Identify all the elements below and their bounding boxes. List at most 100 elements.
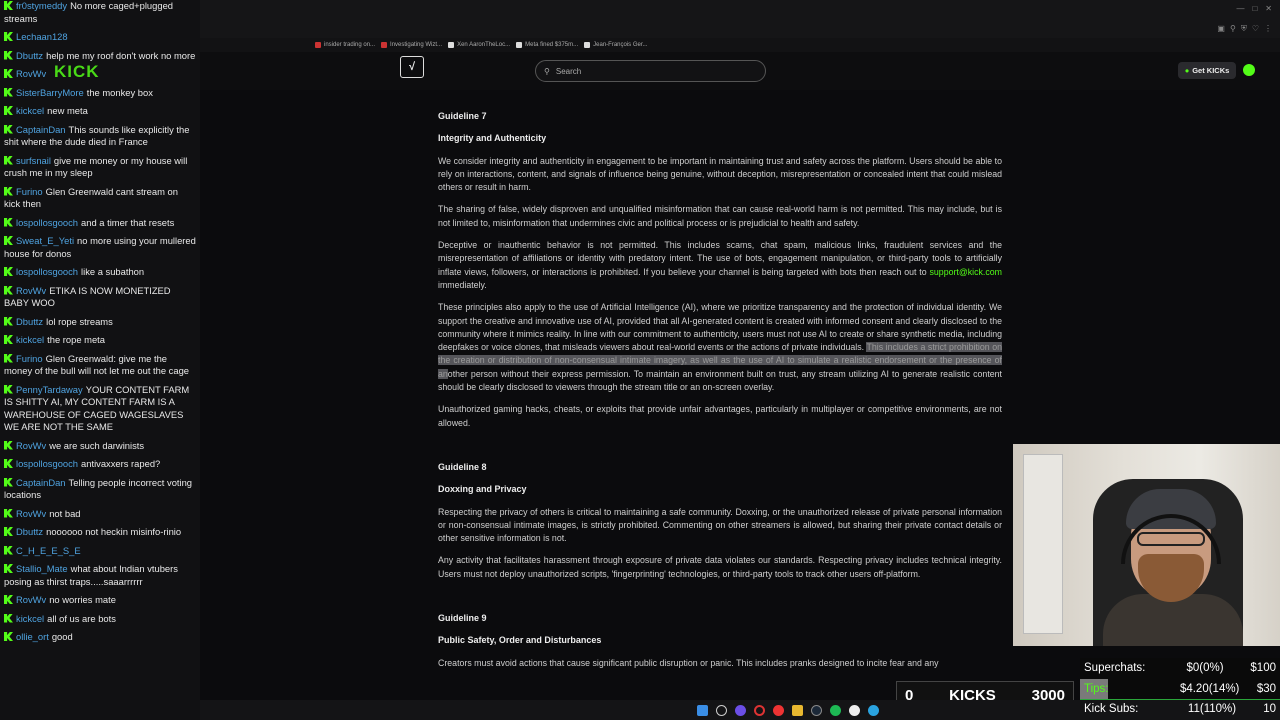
maximize-icon[interactable]: □ [1252, 4, 1257, 13]
kick-badge-icon [4, 527, 13, 536]
superchats-goal: Superchats: $0(0%) $100 [1084, 662, 1276, 675]
kick-badge-icon [4, 32, 13, 41]
bookmark[interactable]: Xen AaronTheLoc... [448, 42, 510, 48]
bookmark[interactable]: Meta fined $375m... [516, 42, 578, 48]
chat-username[interactable]: surfsnail [16, 155, 51, 166]
opera-icon[interactable] [753, 704, 765, 716]
chat-message: kickcel all of us are bots [4, 613, 196, 626]
chat-username[interactable]: RovWv [16, 285, 46, 296]
chat-message: Lechaan128 [4, 31, 196, 44]
x-icon [516, 42, 523, 48]
shield-icon[interactable]: ⛨ [1241, 24, 1247, 34]
kick-badge-icon [4, 632, 13, 641]
x-icon [448, 42, 455, 48]
chat-text: help me my roof don't work no more [46, 49, 196, 61]
spotify-icon[interactable] [829, 704, 841, 716]
kick-badge-icon [4, 613, 13, 623]
kick-badge-icon [4, 564, 13, 573]
zoom-icon[interactable]: ⚲ [1230, 24, 1236, 34]
chat-text: new meta [47, 105, 88, 116]
chat-username[interactable]: kickcel [16, 613, 44, 624]
menu-icon[interactable]: ⋮ [1264, 24, 1272, 34]
chat-message: PennyTardaway YOUR CONTENT FARM IS SHITTY… [4, 384, 196, 434]
telegram-icon[interactable] [867, 704, 879, 716]
support-email-link[interactable]: support@kick.com [930, 267, 1002, 277]
chat-text: like a subathon [81, 266, 145, 277]
chat-username[interactable]: lospollosgooch [16, 217, 78, 228]
chat-username[interactable]: SisterBarryMore [16, 87, 84, 98]
chat-username[interactable]: Dbuttz [16, 50, 43, 61]
chat-username[interactable]: RovWv [16, 68, 46, 79]
chat-text: lol rope streams [46, 315, 113, 327]
kick-badge-icon [4, 384, 13, 394]
app-icon[interactable] [734, 704, 746, 716]
chat-text: good [51, 631, 73, 642]
chat-message: RovWv we are such darwinists [4, 440, 196, 453]
chat-username[interactable]: kickcel [16, 334, 44, 345]
kick-badge-icon [4, 353, 13, 363]
chat-username[interactable]: CaptainDan [16, 477, 66, 488]
chat-message: lospollosgooch and a timer that resets [4, 217, 196, 230]
chat-username[interactable]: CaptainDan [16, 124, 66, 135]
kick-badge-icon [4, 1, 13, 10]
chat-username[interactable]: fr0stymeddy [16, 0, 67, 11]
kicks-coin-icon: ● [1184, 66, 1190, 75]
bookmark[interactable]: insider trading on... [315, 42, 375, 48]
guideline-title: Integrity and Authenticity [438, 133, 547, 144]
chat-text: not bad [49, 507, 81, 519]
kick-badge-icon [4, 50, 13, 60]
chat-username[interactable]: lospollosgooch [16, 266, 78, 277]
bookmark[interactable]: Investigating Wizt... [381, 42, 442, 48]
get-kicks-button[interactable]: ● Get KICKs [1178, 62, 1236, 79]
chat-message: kickcel the rope meta [4, 334, 196, 347]
chat-username[interactable]: C_H_E_E_S_E [16, 545, 81, 556]
chat-username[interactable]: Sweat_E_Yeti [16, 235, 74, 246]
chat-username[interactable]: Dbuttz [16, 526, 43, 537]
close-icon[interactable]: ✕ [1265, 4, 1272, 13]
chat-username[interactable]: Lechaan128 [16, 31, 68, 42]
chat-username[interactable]: RovWv [16, 508, 46, 519]
chat-username[interactable]: Dbuttz [16, 316, 43, 327]
chat-username[interactable]: RovWv [16, 440, 46, 451]
chat-username[interactable]: Furino [16, 353, 43, 364]
search-input[interactable]: ⚲ Search [535, 60, 766, 82]
chat-message: lospollosgooch like a subathon [4, 266, 196, 279]
chat-username[interactable]: lospollosgooch [16, 458, 78, 469]
chat-username[interactable]: kickcel [16, 105, 44, 116]
avatar[interactable] [1243, 64, 1255, 76]
youtube-icon [381, 42, 388, 48]
steam-icon[interactable] [810, 704, 822, 716]
windows-start-icon[interactable] [696, 704, 708, 716]
chrome-icon[interactable] [772, 704, 784, 716]
chat-username[interactable]: ollie_ort [16, 631, 49, 642]
extension-icon[interactable]: ▣ [1217, 24, 1225, 34]
chat-username[interactable]: Stallio_Mate [16, 563, 68, 574]
minimize-icon[interactable]: — [1236, 4, 1244, 13]
kick-badge-icon [4, 124, 13, 134]
bookmark[interactable]: Jean-François Ger... [584, 42, 648, 48]
kick-badge-icon [4, 316, 13, 326]
chat-overlay: fr0stymeddy No more caged+plugged streams… [0, 0, 200, 720]
search-icon: ⚲ [544, 66, 550, 76]
heart-icon[interactable]: ♡ [1252, 24, 1259, 34]
chat-message: fr0stymeddy No more caged+plugged streams [4, 0, 196, 25]
chat-message: ollie_ort good [4, 631, 196, 644]
kick-badge-icon [4, 155, 13, 165]
kick-badge-icon [4, 186, 13, 196]
search-icon[interactable] [715, 704, 727, 716]
chat-username[interactable]: PennyTardaway [16, 384, 83, 395]
kick-badge-icon [4, 459, 13, 468]
site-logo[interactable]: √ [400, 56, 424, 78]
chat-message: RovWv [4, 68, 196, 81]
folder-icon[interactable] [791, 704, 803, 716]
kick-badge-icon [4, 595, 13, 604]
kick-badge-icon [4, 267, 13, 276]
xbox-icon[interactable] [848, 704, 860, 716]
chat-username[interactable]: RovWv [16, 594, 46, 605]
guideline-heading: Guideline 7 [438, 111, 487, 121]
tips-goal: Tips: $4.20(14%) $30 [1080, 678, 1280, 700]
chat-text: the rope meta [47, 334, 105, 345]
kick-badge-icon [4, 87, 13, 97]
kick-badge-icon [4, 236, 13, 245]
chat-username[interactable]: Furino [16, 186, 43, 197]
